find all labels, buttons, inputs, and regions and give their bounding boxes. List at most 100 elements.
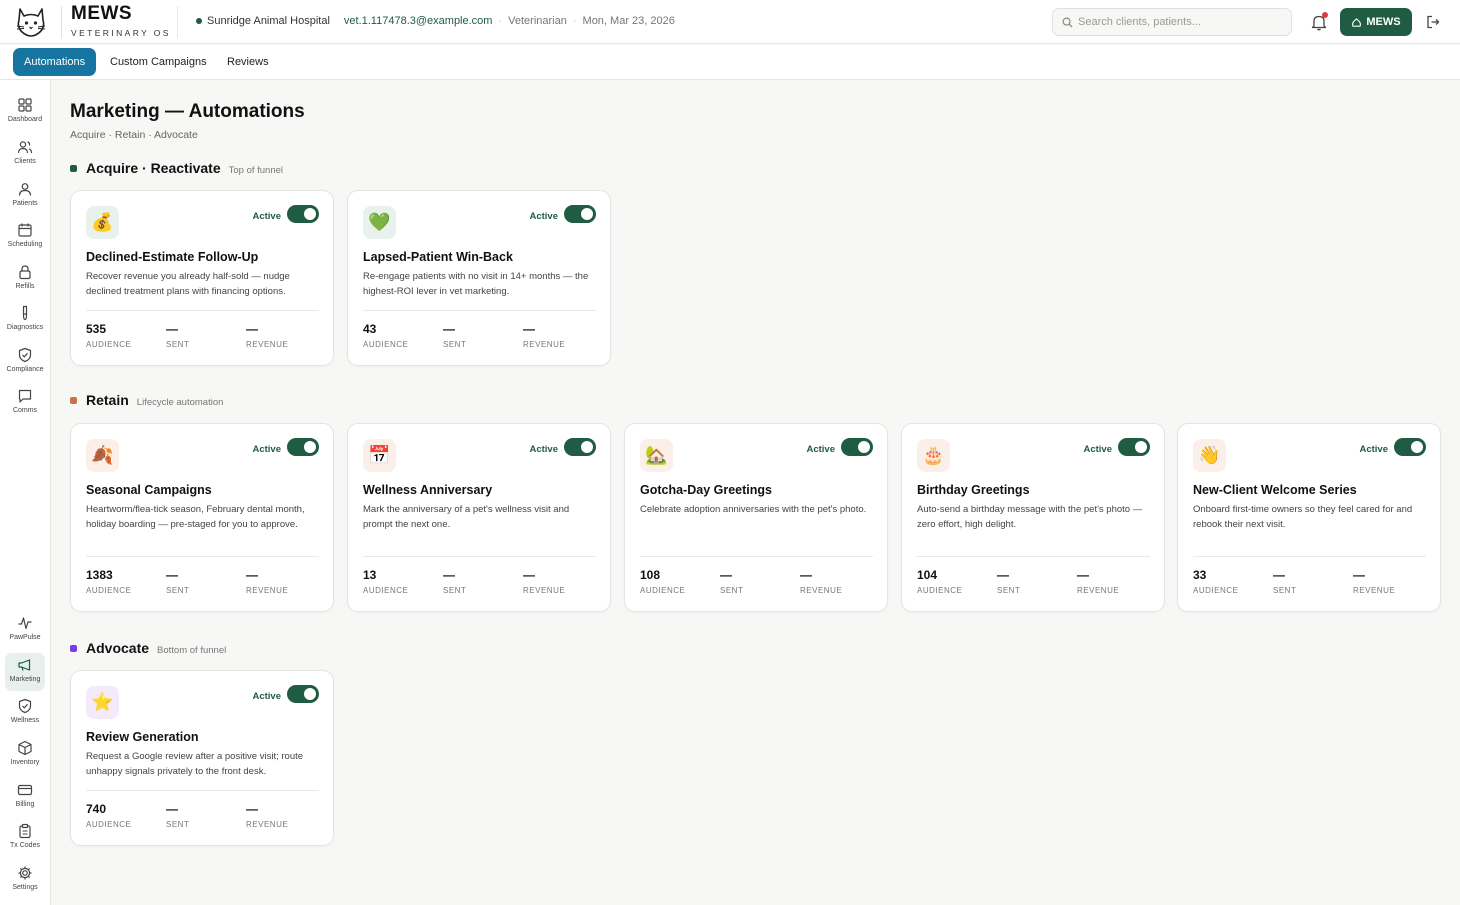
birthday-cake-icon: 🎂 [917,439,950,472]
stat-label: AUDIENCE [86,820,132,829]
automation-card[interactable]: 💰 Active Declined-Estimate Follow-Up Recove… [70,190,334,366]
section-subtitle: Bottom of funnel [157,645,227,656]
stat-audience: 43 AUDIENCE [363,322,408,349]
stat-label: REVENUE [523,586,566,595]
sidebar-item-refills[interactable]: Refills [5,260,45,298]
card-title: Birthday Greetings [917,483,1030,497]
section-subtitle: Lifecycle automation [136,397,224,408]
active-toggle[interactable] [1394,438,1426,456]
stat-audience: 33 AUDIENCE [1193,568,1238,595]
status-label: Active [1083,444,1112,455]
card-description: Mark the anniversary of a pet's wellness… [363,504,570,530]
sidebar-item-settings[interactable]: Settings [5,861,45,899]
card-description: Recover revenue you already half-sold — … [86,271,290,297]
stat-label: SENT [720,586,744,595]
stat-label: AUDIENCE [640,586,686,595]
sidebar-item-patients[interactable]: Patients [5,177,45,215]
stat-value: 33 [1193,568,1207,582]
section-header: Acquire · Reactivate Top of funnel [70,160,283,176]
sidebar-item-wellness[interactable]: Wellness [5,694,45,732]
active-toggle[interactable] [564,205,596,223]
automation-card[interactable]: 📅 Active Wellness Anniversary Mark the anni… [347,423,611,612]
stat-label: REVENUE [523,340,566,349]
stat-sent: — SENT [1273,568,1296,595]
stat-audience: 1383 AUDIENCE [86,568,131,595]
automation-card[interactable]: 🍂 Active Seasonal Campaigns Heartworm/flea-… [70,423,334,612]
automation-card[interactable]: 🎂 Active Birthday Greetings Auto-send a bir… [901,423,1165,612]
global-search[interactable] [1052,8,1292,36]
stat-label: SENT [166,820,190,829]
box-icon [18,740,32,756]
card-description: Auto-send a birthday message with the pe… [917,504,1143,530]
sidebar-item-inventory[interactable]: Inventory [5,736,45,774]
search-input[interactable] [1078,9,1283,35]
stat-label: AUDIENCE [363,340,409,349]
stat-label: SENT [997,586,1021,595]
stat-label: REVENUE [1353,586,1396,595]
sidebar-item-compliance[interactable]: Compliance [5,343,45,381]
stat-value: 108 [640,568,661,582]
fallen-leaf-icon: 🍂 [86,439,119,472]
user-email: vet.1.117478.3@example.com [343,15,493,27]
automation-card[interactable]: 🏡 Active Gotcha-Day Greetings Celebrate ado… [624,423,888,612]
stat-audience: 740 AUDIENCE [86,802,131,829]
stat-value: — [166,802,178,816]
notification-badge [1322,12,1328,18]
tab-automations[interactable]: Automations [13,48,97,76]
sidebar-item-dashboard[interactable]: Dashboard [5,93,45,131]
sidebar-item-billing[interactable]: Billing [5,778,45,816]
tab-reviews[interactable]: Reviews [216,48,280,76]
active-toggle[interactable] [564,438,596,456]
stat-value: — [246,322,258,336]
stat-sent: — SENT [997,568,1020,595]
stat-sent: — SENT [166,568,189,595]
cat-logo-icon [16,8,46,37]
stat-label: SENT [166,340,190,349]
active-toggle[interactable] [841,438,873,456]
automation-card[interactable]: 👋 Active New-Client Welcome Series Onboard … [1177,423,1441,612]
stat-audience: 535 AUDIENCE [86,322,131,349]
active-toggle[interactable] [1118,438,1150,456]
stat-value: — [523,322,535,336]
sidebar-item-comms[interactable]: Comms [5,384,45,422]
automation-card[interactable]: ⭐ Active Review Generation Request a Google… [70,670,334,846]
sidebar-item-marketing[interactable]: Marketing [5,653,45,691]
stat-label: REVENUE [246,586,289,595]
active-toggle[interactable] [287,685,319,703]
stat-value: — [1273,568,1285,582]
message-icon [18,389,32,403]
sidebar: Dashboard Clients Patients Scheduling Re… [0,80,51,905]
sidebar-item-scheduling[interactable]: Scheduling [5,218,45,256]
section-title: Acquire · Reactivate [86,160,221,176]
stat-value: 1383 [86,568,113,582]
card-title: New-Client Welcome Series [1193,483,1357,497]
stat-label: SENT [443,340,467,349]
stat-label: AUDIENCE [363,586,409,595]
stat-audience: 108 AUDIENCE [640,568,685,595]
mews-assistant-button[interactable]: MEWS [1340,8,1412,36]
stat-label: SENT [166,586,190,595]
active-toggle[interactable] [287,438,319,456]
active-toggle[interactable] [287,205,319,223]
sidebar-item-diagnostics[interactable]: Diagnostics [5,301,45,339]
card-description: Request a Google review after a positive… [86,751,304,777]
stat-label: REVENUE [1077,586,1120,595]
stat-revenue: — REVENUE [523,322,565,349]
sidebar-item-pawpulse[interactable]: PawPulse [5,611,45,649]
sidebar-item-tx-codes[interactable]: Tx Codes [5,819,45,857]
waving-hand-icon: 👋 [1193,439,1226,472]
tab-custom-campaigns[interactable]: Custom Campaigns [99,48,218,76]
stat-value: 43 [363,322,377,336]
card-title: Gotcha-Day Greetings [640,483,772,497]
logout-icon[interactable] [1425,14,1441,30]
sidebar-item-clients[interactable]: Clients [5,135,45,173]
stat-sent: — SENT [443,322,466,349]
stat-revenue: — REVENUE [246,322,288,349]
user-icon [18,183,32,196]
automation-card[interactable]: 💚 Active Lapsed-Patient Win-Back Re-engage … [347,190,611,366]
section-color-dot [70,164,77,172]
stat-label: SENT [443,586,467,595]
calendar-icon: 📅 [363,439,396,472]
section-header: Retain Lifecycle automation [70,392,223,408]
stat-sent: — SENT [166,802,189,829]
